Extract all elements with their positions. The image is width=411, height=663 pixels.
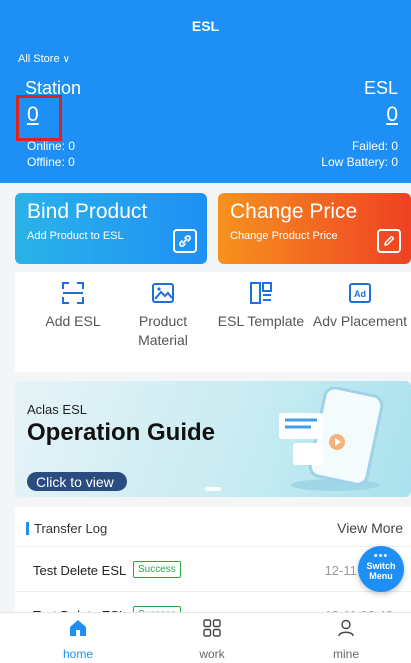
esl-label: ESL bbox=[363, 78, 398, 98]
page-title: ESL bbox=[191, 18, 220, 34]
change-price-card[interactable]: Change Price Change Product Price bbox=[218, 193, 411, 264]
tab-work[interactable]: work bbox=[162, 618, 262, 661]
menu-item-adv-placement[interactable]: Ad Adv Placement bbox=[310, 280, 410, 331]
more-dots-icon: ••• bbox=[373, 550, 389, 562]
template-icon bbox=[250, 282, 272, 304]
tab-label: mine bbox=[332, 647, 359, 661]
log-item-name: Test Delete ESL bbox=[33, 563, 127, 578]
tab-mine[interactable]: mine bbox=[296, 618, 396, 661]
menu-item-esl-template[interactable]: ESL Template bbox=[211, 280, 311, 331]
ad-icon: Ad bbox=[349, 283, 371, 303]
menu-label: Add ESL bbox=[45, 313, 101, 329]
esl-failed-count: Failed: 0 bbox=[351, 139, 398, 153]
quick-menu: Add ESL Product Material ESL Template Ad… bbox=[15, 272, 411, 372]
station-online-count: Online: 0 bbox=[27, 139, 76, 153]
section-marker bbox=[26, 522, 29, 535]
click-to-view-button[interactable]: Click to view bbox=[27, 472, 127, 491]
store-selector-label: All Store bbox=[18, 53, 60, 65]
carousel-indicator bbox=[205, 487, 221, 491]
banner-headline: Operation Guide bbox=[27, 419, 216, 446]
menu-item-add-esl[interactable]: Add ESL bbox=[23, 280, 123, 331]
dashboard-header: ESL All Store ∨ Station ESL 0 0 Online: … bbox=[0, 0, 411, 183]
table-row[interactable]: Test Delete ESL Success 12-11 02:48 bbox=[15, 548, 411, 592]
bottom-tab-bar: home work mine bbox=[0, 612, 411, 663]
station-offline-count: Offline: 0 bbox=[27, 155, 75, 169]
transfer-log-panel: Transfer Log View More Test Delete ESL S… bbox=[15, 507, 411, 637]
status-badge: Success bbox=[133, 561, 181, 578]
link-icon bbox=[173, 229, 197, 253]
esl-low-battery-count: Low Battery: 0 bbox=[321, 155, 398, 169]
highlight-box bbox=[16, 95, 62, 141]
operation-guide-banner[interactable]: Aclas ESL Operation Guide Click to view bbox=[15, 381, 411, 497]
change-price-title: Change Price bbox=[230, 200, 358, 223]
menu-label: Product Material bbox=[138, 313, 188, 348]
switch-menu-button[interactable]: ••• Switch Menu bbox=[358, 546, 404, 592]
bind-product-card[interactable]: Bind Product Add Product to ESL bbox=[15, 193, 207, 264]
tab-label: home bbox=[62, 647, 94, 661]
user-icon bbox=[338, 619, 354, 637]
view-more-link[interactable]: View More bbox=[337, 520, 403, 536]
phone-illustration bbox=[279, 387, 384, 491]
menu-label: Adv Placement bbox=[312, 313, 408, 329]
switch-menu-label: Switch Menu bbox=[366, 561, 396, 581]
banner-brand: Aclas ESL bbox=[27, 402, 87, 417]
image-icon bbox=[152, 283, 174, 303]
home-icon bbox=[70, 620, 86, 636]
scan-icon bbox=[62, 282, 84, 304]
transfer-log-header: Transfer Log View More bbox=[15, 507, 411, 547]
bind-product-title: Bind Product bbox=[27, 200, 148, 223]
grid-icon bbox=[203, 619, 221, 637]
tab-label: work bbox=[199, 647, 225, 661]
edit-icon bbox=[377, 229, 401, 253]
esl-count[interactable]: 0 bbox=[386, 103, 398, 127]
menu-item-product-material[interactable]: Product Material bbox=[113, 280, 213, 350]
change-price-subtitle: Change Product Price bbox=[230, 230, 338, 242]
tab-home[interactable]: home bbox=[28, 618, 128, 661]
menu-label: ESL Template bbox=[217, 313, 305, 329]
bind-product-subtitle: Add Product to ESL bbox=[27, 230, 124, 242]
svg-text:Ad: Ad bbox=[354, 289, 366, 299]
chevron-down-icon: ∨ bbox=[62, 53, 70, 65]
transfer-log-title: Transfer Log bbox=[34, 521, 108, 536]
store-selector[interactable]: All Store ∨ bbox=[18, 53, 70, 65]
